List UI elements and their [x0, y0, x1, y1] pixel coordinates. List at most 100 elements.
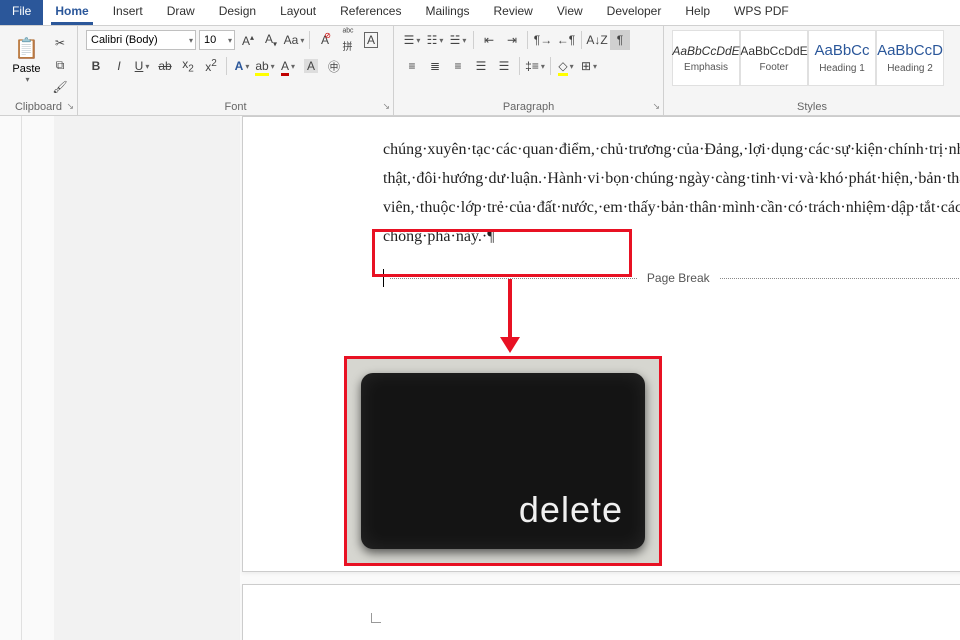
style-footer[interactable]: AaBbCcDdE Footer: [740, 30, 808, 86]
char-shading-button[interactable]: A: [301, 56, 321, 76]
highlight-icon: ab: [255, 59, 268, 73]
menu-tab-help[interactable]: Help: [673, 0, 722, 25]
dialog-launcher-icon[interactable]: ↘: [66, 101, 74, 112]
group-label-styles: Styles: [672, 99, 952, 113]
doc-line-1: chúng·xuyên·tạc·các·quan·điểm,·chủ·trươn…: [383, 135, 960, 164]
dialog-launcher-icon[interactable]: ↘: [382, 101, 390, 112]
keycap: delete: [361, 373, 645, 549]
italic-button[interactable]: I: [109, 56, 129, 76]
subscript-button[interactable]: x2: [178, 56, 198, 76]
margin-corner-icon: [371, 613, 381, 623]
menu-tab-draw[interactable]: Draw: [155, 0, 207, 25]
decrease-indent-button[interactable]: ⇤: [479, 30, 499, 50]
change-case-button[interactable]: Aa▾: [284, 30, 304, 50]
page-break-marker[interactable]: Page Break ¶: [383, 269, 960, 287]
document-area[interactable]: chúng·xuyên·tạc·các·quan·điểm,·chủ·trươn…: [22, 116, 960, 640]
bold-button[interactable]: B: [86, 56, 106, 76]
clear-format-button[interactable]: A⊘: [315, 30, 335, 50]
decrease-font-icon: A▾: [265, 32, 277, 48]
workspace: chúng·xuyên·tạc·các·quan·điểm,·chủ·trươn…: [0, 116, 960, 640]
copy-button[interactable]: ⧉: [51, 56, 69, 74]
justify-button[interactable]: ☰: [471, 56, 491, 76]
text-cursor: [383, 269, 384, 287]
style-heading1[interactable]: AaBbCc Heading 1: [808, 30, 876, 86]
distribute-button[interactable]: ☰: [494, 56, 514, 76]
enclose-char-button[interactable]: ㊥: [324, 56, 344, 76]
text-effects-button[interactable]: A▾: [232, 56, 252, 76]
cut-button[interactable]: ✂: [51, 34, 69, 52]
sort-icon: A↓Z: [586, 33, 607, 47]
align-center-button[interactable]: ≣: [425, 56, 445, 76]
brush-icon: 🖌: [52, 80, 67, 94]
pilcrow-icon: ¶: [617, 33, 623, 47]
dialog-launcher-icon[interactable]: ↘: [652, 101, 660, 112]
align-center-icon: ≣: [430, 59, 440, 73]
decrease-font-button[interactable]: A▾: [261, 30, 281, 50]
chevron-down-icon: ▾: [25, 75, 29, 84]
italic-icon: I: [117, 59, 120, 73]
bullets-button[interactable]: ☰▾: [402, 30, 422, 50]
menu-tab-insert[interactable]: Insert: [101, 0, 155, 25]
paste-button[interactable]: 📋 Paste ▾: [8, 30, 45, 90]
font-name-value: Calibri (Body): [91, 34, 158, 46]
menu-tab-design[interactable]: Design: [207, 0, 268, 25]
sort-button[interactable]: A↓Z: [587, 30, 607, 50]
vertical-ruler: [0, 116, 22, 640]
increase-font-button[interactable]: A▴: [238, 30, 258, 50]
borders-button[interactable]: ⊞▾: [579, 56, 599, 76]
phonetic-button[interactable]: ᵃᵇᶜ拼: [338, 30, 358, 50]
copy-icon: ⧉: [56, 58, 65, 73]
superscript-icon: x2: [205, 58, 217, 74]
menu-tab-developer[interactable]: Developer: [595, 0, 674, 25]
bucket-icon: ◇: [558, 59, 567, 73]
align-left-icon: ≡: [408, 59, 415, 73]
line-spacing-button[interactable]: ‡≡▾: [525, 56, 545, 76]
rtl-button[interactable]: ←¶: [556, 30, 576, 50]
menu-tab-layout[interactable]: Layout: [268, 0, 328, 25]
multilevel-button[interactable]: ☱▾: [448, 30, 468, 50]
document-page-2[interactable]: ¶: [242, 584, 960, 640]
ltr-button[interactable]: ¶→: [533, 30, 553, 50]
shading-icon: A: [304, 59, 318, 73]
style-name: Emphasis: [684, 62, 728, 73]
align-right-button[interactable]: ≡: [448, 56, 468, 76]
group-styles: AaBbCcDdE Emphasis AaBbCcDdE Footer AaBb…: [664, 26, 960, 115]
menu-tab-wpspdf[interactable]: WPS PDF: [722, 0, 801, 25]
doc-line-2: thật,·đôi·hướng·dư·luận.·Hành·vi·bọn·chú…: [383, 164, 960, 193]
font-size-select[interactable]: 10▾: [199, 30, 235, 50]
style-emphasis[interactable]: AaBbCcDdE Emphasis: [672, 30, 740, 86]
align-left-button[interactable]: ≡: [402, 56, 422, 76]
style-preview: AaBbCcDdE: [672, 44, 739, 58]
strikethrough-button[interactable]: ab: [155, 56, 175, 76]
menu-tab-review[interactable]: Review: [482, 0, 545, 25]
highlight-button[interactable]: ab▾: [255, 56, 275, 76]
style-preview: AaBbCcD: [877, 42, 943, 59]
menu-tab-view[interactable]: View: [545, 0, 595, 25]
group-label-paragraph: Paragraph: [402, 99, 655, 113]
format-painter-button[interactable]: 🖌: [51, 78, 69, 96]
numbering-button[interactable]: ☷▾: [425, 30, 445, 50]
font-size-value: 10: [204, 34, 216, 46]
menu-bar: File Home Insert Draw Design Layout Refe…: [0, 0, 960, 26]
underline-button[interactable]: U▾: [132, 56, 152, 76]
font-name-select[interactable]: Calibri (Body)▾: [86, 30, 196, 50]
outdent-icon: ⇤: [484, 33, 494, 47]
paste-label: Paste: [12, 63, 40, 75]
clipboard-icon: 📋: [14, 36, 39, 61]
style-heading2[interactable]: AaBbCcD Heading 2: [876, 30, 944, 86]
menu-tab-references[interactable]: References: [328, 0, 413, 25]
menu-tab-home[interactable]: Home: [43, 0, 100, 25]
font-color-button[interactable]: A▾: [278, 56, 298, 76]
shading-button[interactable]: ◇▾: [556, 56, 576, 76]
menu-tab-mailings[interactable]: Mailings: [413, 0, 481, 25]
strike-icon: ab: [158, 59, 171, 73]
menu-tab-file[interactable]: File: [0, 0, 43, 25]
superscript-button[interactable]: x2: [201, 56, 221, 76]
char-border-button[interactable]: A: [361, 30, 381, 50]
increase-indent-button[interactable]: ⇥: [502, 30, 522, 50]
show-marks-button[interactable]: ¶: [610, 30, 630, 50]
key-label: delete: [519, 489, 623, 531]
justify-icon: ☰: [476, 59, 487, 73]
ltr-icon: ¶→: [534, 33, 552, 47]
group-paragraph: ☰▾ ☷▾ ☱▾ ⇤ ⇥ ¶→ ←¶ A↓Z ¶ ≡ ≣ ≡ ☰ ☰ ‡≡▾: [394, 26, 664, 115]
